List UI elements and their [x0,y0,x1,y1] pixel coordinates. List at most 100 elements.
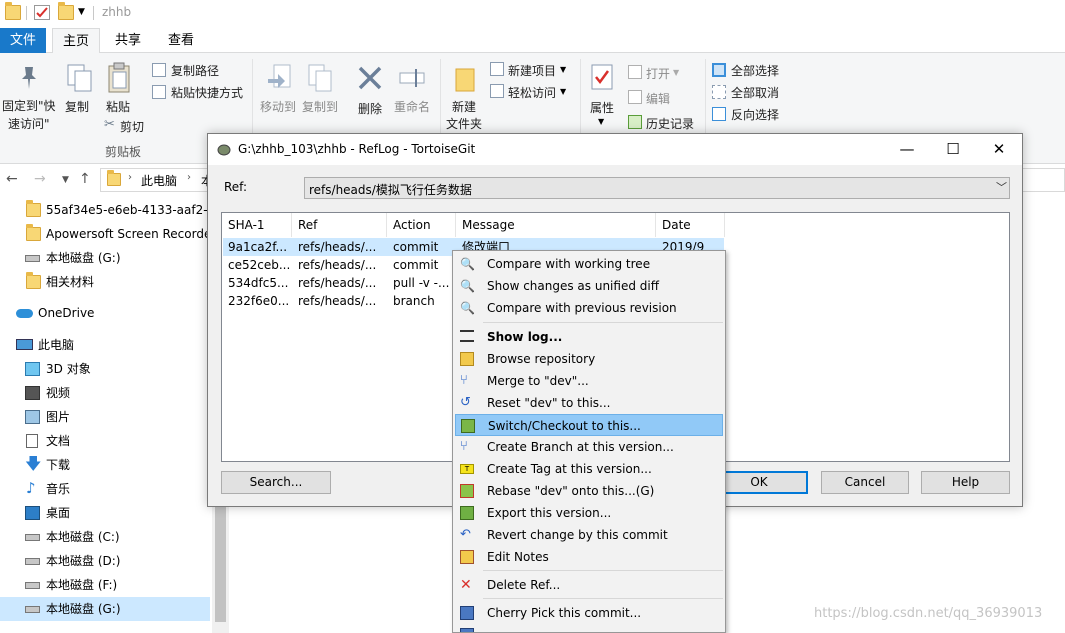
nav-item-selected[interactable]: 本地磁盘 (G:) [0,597,210,621]
rename-label[interactable]: 重命名 [394,98,430,115]
menu-item-unified-diff[interactable]: 🔍 Show changes as unified diff [455,275,723,297]
help-button[interactable]: Help [921,471,1010,494]
menu-item-switch-checkout[interactable]: Switch/Checkout to this... [455,414,723,436]
nav-item[interactable]: ♪ 音乐 [0,477,210,501]
tab-share[interactable]: 共享 [104,28,152,53]
cell-action[interactable]: branch [387,292,456,310]
cell-sha[interactable]: 534dfc5... [222,274,292,292]
easy-access-icon[interactable] [490,84,504,98]
copy-label[interactable]: 复制 [65,98,89,115]
select-none-icon[interactable] [712,85,726,99]
column-header-date[interactable]: Date [656,213,725,237]
tab-view[interactable]: 查看 [156,28,206,53]
menu-item-merge[interactable]: ⑂ Merge to "dev"... [455,370,723,392]
nav-item[interactable]: 图片 [0,405,210,429]
menu-item-create-tag[interactable]: T Create Tag at this version... [455,458,723,480]
properties-check-icon[interactable] [34,5,50,20]
menu-item-export-version[interactable]: Export this version... [455,502,723,524]
nav-item[interactable]: 55af34e5-e6eb-4133-aaf2-3 [0,198,210,222]
cell-action[interactable]: commit [387,256,456,274]
move-to-icon[interactable] [266,63,294,93]
cell-sha[interactable]: 232f6e0... [222,292,292,310]
select-all-label[interactable]: 全部选择 [731,62,779,79]
pin-quick-access-label[interactable]: 固定到"快 [2,97,56,114]
paste-label[interactable]: 粘贴 [106,98,130,115]
nav-item[interactable]: 相关材料 [0,270,210,294]
cell-sha[interactable]: 9a1ca2f... [222,238,292,256]
menu-item-browse-repository[interactable]: Browse repository [455,348,723,370]
menu-item-delete-ref[interactable]: ✕ Delete Ref... [455,574,723,596]
new-folder-big-icon[interactable] [454,65,482,95]
cut-label[interactable]: 剪切 [120,118,144,135]
rename-icon[interactable] [398,65,426,95]
nav-item[interactable]: 本地磁盘 (C:) [0,525,210,549]
new-folder-label[interactable]: 新建 [452,98,476,115]
cell-action[interactable]: pull -v -... [387,274,456,292]
nav-item[interactable]: 桌面 [0,501,210,525]
new-folder-label-2[interactable]: 文件夹 [446,115,482,132]
ref-select[interactable]: refs/heads/模拟飞行任务数据 ﹀ [304,177,1010,199]
copy-icon[interactable] [66,63,94,93]
breadcrumb-this-pc[interactable]: 此电脑 [141,172,177,189]
chevron-down-icon[interactable]: ▼ [560,65,566,74]
nav-item[interactable]: 此电脑 [0,333,210,357]
menu-item-revert-change[interactable]: ↶ Revert change by this commit [455,524,723,546]
nav-item[interactable]: OneDrive [0,301,210,325]
select-all-icon[interactable] [712,63,726,77]
edit-icon[interactable] [628,90,642,104]
menu-item-partially-hidden[interactable] [455,624,723,632]
nav-item[interactable]: 本地磁盘 (F:) [0,573,210,597]
invert-selection-label[interactable]: 反向选择 [731,106,779,123]
copy-to-label[interactable]: 复制到 [302,98,338,115]
nav-item[interactable]: 3D 对象 [0,357,210,381]
menu-item-reset[interactable]: ↺ Reset "dev" to this... [455,392,723,414]
search-button[interactable]: Search... [221,471,331,494]
paste-shortcut-icon[interactable] [152,85,166,99]
delete-label[interactable]: 删除 [358,100,382,117]
select-none-label[interactable]: 全部取消 [731,84,779,101]
properties-label[interactable]: 属性 [590,99,614,116]
menu-item-compare-previous[interactable]: 🔍 Compare with previous revision [455,297,723,319]
menu-item-create-branch[interactable]: ⑂ Create Branch at this version... [455,436,723,458]
menu-item-cherry-pick[interactable]: Cherry Pick this commit... [455,602,723,624]
minimize-button[interactable]: — [884,134,930,165]
chevron-down-icon[interactable]: ▼ [673,68,679,77]
properties-icon[interactable] [590,63,618,93]
open-label[interactable]: 打开 [646,65,670,82]
column-header-message[interactable]: Message [456,213,656,237]
copy-to-icon[interactable] [306,63,334,93]
nav-item[interactable]: Apowersoft Screen Recorde [0,222,210,246]
history-label[interactable]: 历史记录 [646,115,694,132]
up-arrow-icon[interactable]: ↑ [79,171,91,187]
pin-quick-access-label-2[interactable]: 速访问" [8,115,50,132]
new-item-icon[interactable] [490,62,504,76]
tab-home[interactable]: 主页 [52,28,100,54]
copy-path-label[interactable]: 复制路径 [171,62,219,79]
cell-ref[interactable]: refs/heads/... [292,238,387,256]
column-header-sha[interactable]: SHA-1 [222,213,292,237]
cell-sha[interactable]: ce52ceb... [222,256,292,274]
easy-access-label[interactable]: 轻松访问 [508,84,556,101]
move-to-label[interactable]: 移动到 [260,98,296,115]
paste-icon[interactable] [106,62,134,93]
nav-item[interactable]: 视频 [0,381,210,405]
new-item-label[interactable]: 新建项目 [508,62,556,79]
cell-ref[interactable]: refs/heads/... [292,274,387,292]
column-header-action[interactable]: Action [387,213,456,237]
maximize-button[interactable]: ☐ [930,134,976,165]
column-header-ref[interactable]: Ref [292,213,387,237]
recent-locations-chevron-icon[interactable]: ▼ [62,175,69,185]
nav-item[interactable]: 本地磁盘 (G:) [0,246,210,270]
back-arrow-icon[interactable]: ← [6,171,18,187]
cancel-button[interactable]: Cancel [821,471,909,494]
cell-ref[interactable]: refs/heads/... [292,292,387,310]
forward-arrow-icon[interactable]: → [34,171,46,187]
new-folder-icon[interactable] [58,2,74,20]
chevron-down-icon[interactable]: ﹀ [996,178,1007,198]
open-icon[interactable] [628,65,642,79]
scissors-icon[interactable]: ✂ [104,118,118,132]
chevron-down-icon[interactable]: ▼ [78,7,85,17]
copy-path-icon[interactable] [152,63,166,77]
invert-selection-icon[interactable] [712,107,726,121]
delete-icon[interactable] [357,65,385,95]
